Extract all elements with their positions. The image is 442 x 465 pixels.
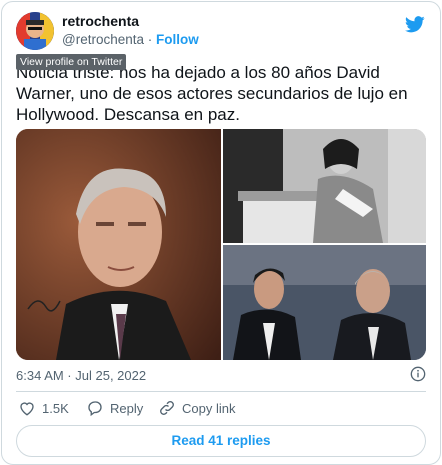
handle[interactable]: @retrochenta <box>62 32 144 47</box>
reply-button[interactable]: Reply <box>86 399 143 417</box>
separator: · <box>147 32 153 47</box>
copy-link-label: Copy link <box>182 400 236 416</box>
like-button[interactable]: 1.5K <box>18 399 69 417</box>
handle-line: @retrochenta · Follow <box>62 32 199 47</box>
avatar[interactable] <box>16 12 54 50</box>
action-bar: 1.5K Reply Copy link <box>16 399 426 421</box>
heart-icon <box>20 402 34 416</box>
reply-icon <box>88 401 102 417</box>
like-count: 1.5K <box>42 400 69 416</box>
photo-titanic-scene[interactable] <box>223 245 426 360</box>
photo-studio[interactable] <box>223 129 426 243</box>
media-grid <box>16 129 426 360</box>
tweet-card: retrochenta @retrochenta · Follow View p… <box>1 1 441 465</box>
read-replies-button[interactable]: Read 41 replies <box>16 425 426 457</box>
tweet-header: retrochenta @retrochenta · Follow <box>2 2 440 58</box>
tweet-text: Noticia triste: nos ha dejado a los 80 a… <box>16 63 408 124</box>
divider <box>16 391 426 392</box>
link-icon <box>160 401 174 415</box>
twitter-bird-icon[interactable] <box>404 14 426 34</box>
photo-portrait[interactable] <box>16 129 221 360</box>
reply-label: Reply <box>110 400 144 416</box>
display-name[interactable]: retrochenta <box>62 13 139 29</box>
copy-link-button[interactable]: Copy link <box>158 399 235 417</box>
timestamp[interactable]: 6:34 AM · Jul 25, 2022 <box>16 368 146 383</box>
follow-button[interactable]: Follow <box>156 32 199 47</box>
profile-tooltip: View profile on Twitter <box>16 54 127 70</box>
info-icon[interactable] <box>410 366 426 382</box>
